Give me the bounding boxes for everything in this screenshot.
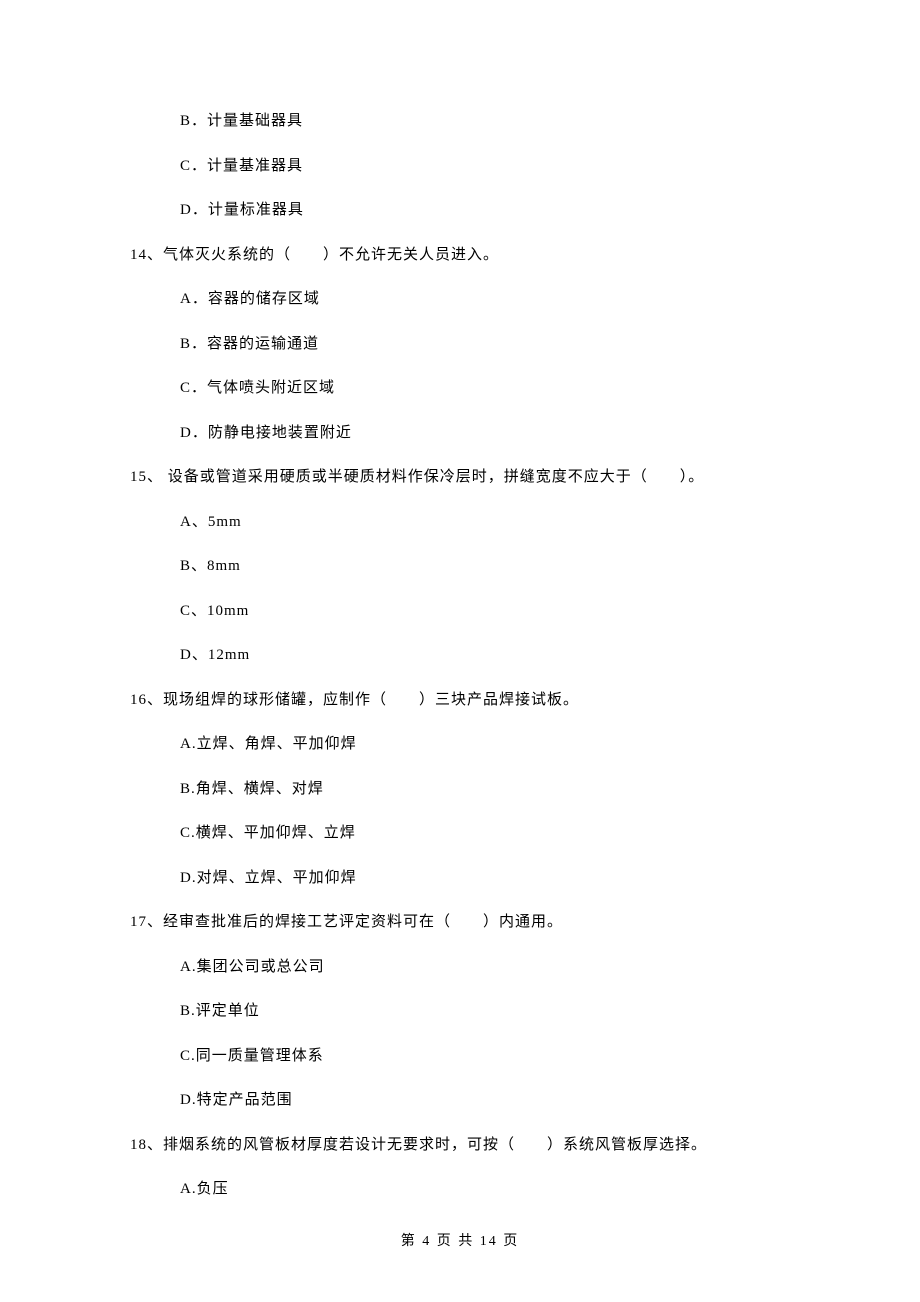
question-option: C．气体喷头附近区域 [180,377,790,400]
question-option: C.横焊、平加仰焊、立焊 [180,822,790,845]
page-footer: 第 4 页 共 14 页 [0,1231,920,1252]
question-option: D、12mm [180,644,790,667]
question-option: B.评定单位 [180,1000,790,1023]
question-option: A.集团公司或总公司 [180,956,790,979]
question-option: C、10mm [180,600,790,623]
orphan-option: C．计量基准器具 [180,155,790,178]
question-option: A.立焊、角焊、平加仰焊 [180,733,790,756]
question-stem: 17、经审查批准后的焊接工艺评定资料可在（ ）内通用。 [130,911,790,934]
question-stem: 16、现场组焊的球形储罐，应制作（ ）三块产品焊接试板。 [130,689,790,712]
question-option: A．容器的储存区域 [180,288,790,311]
question-option: D.对焊、立焊、平加仰焊 [180,867,790,890]
question-option: A、5mm [180,511,790,534]
question-option: B．容器的运输通道 [180,333,790,356]
question-stem: 15、 设备或管道采用硬质或半硬质材料作保冷层时，拼缝宽度不应大于（ ）。 [130,466,790,489]
question-option: C.同一质量管理体系 [180,1045,790,1068]
question-stem: 14、气体灭火系统的（ ）不允许无关人员进入。 [130,244,790,267]
question-option: D．防静电接地装置附近 [180,422,790,445]
question-option: A.负压 [180,1178,790,1201]
question-option: B.角焊、横焊、对焊 [180,778,790,801]
orphan-option: D．计量标准器具 [180,199,790,222]
orphan-option: B．计量基础器具 [180,110,790,133]
question-stem: 18、排烟系统的风管板材厚度若设计无要求时，可按（ ）系统风管板厚选择。 [130,1134,790,1157]
question-option: B、8mm [180,555,790,578]
question-option: D.特定产品范围 [180,1089,790,1112]
page-content: B．计量基础器具 C．计量基准器具 D．计量标准器具 14、气体灭火系统的（ ）… [0,0,920,1201]
